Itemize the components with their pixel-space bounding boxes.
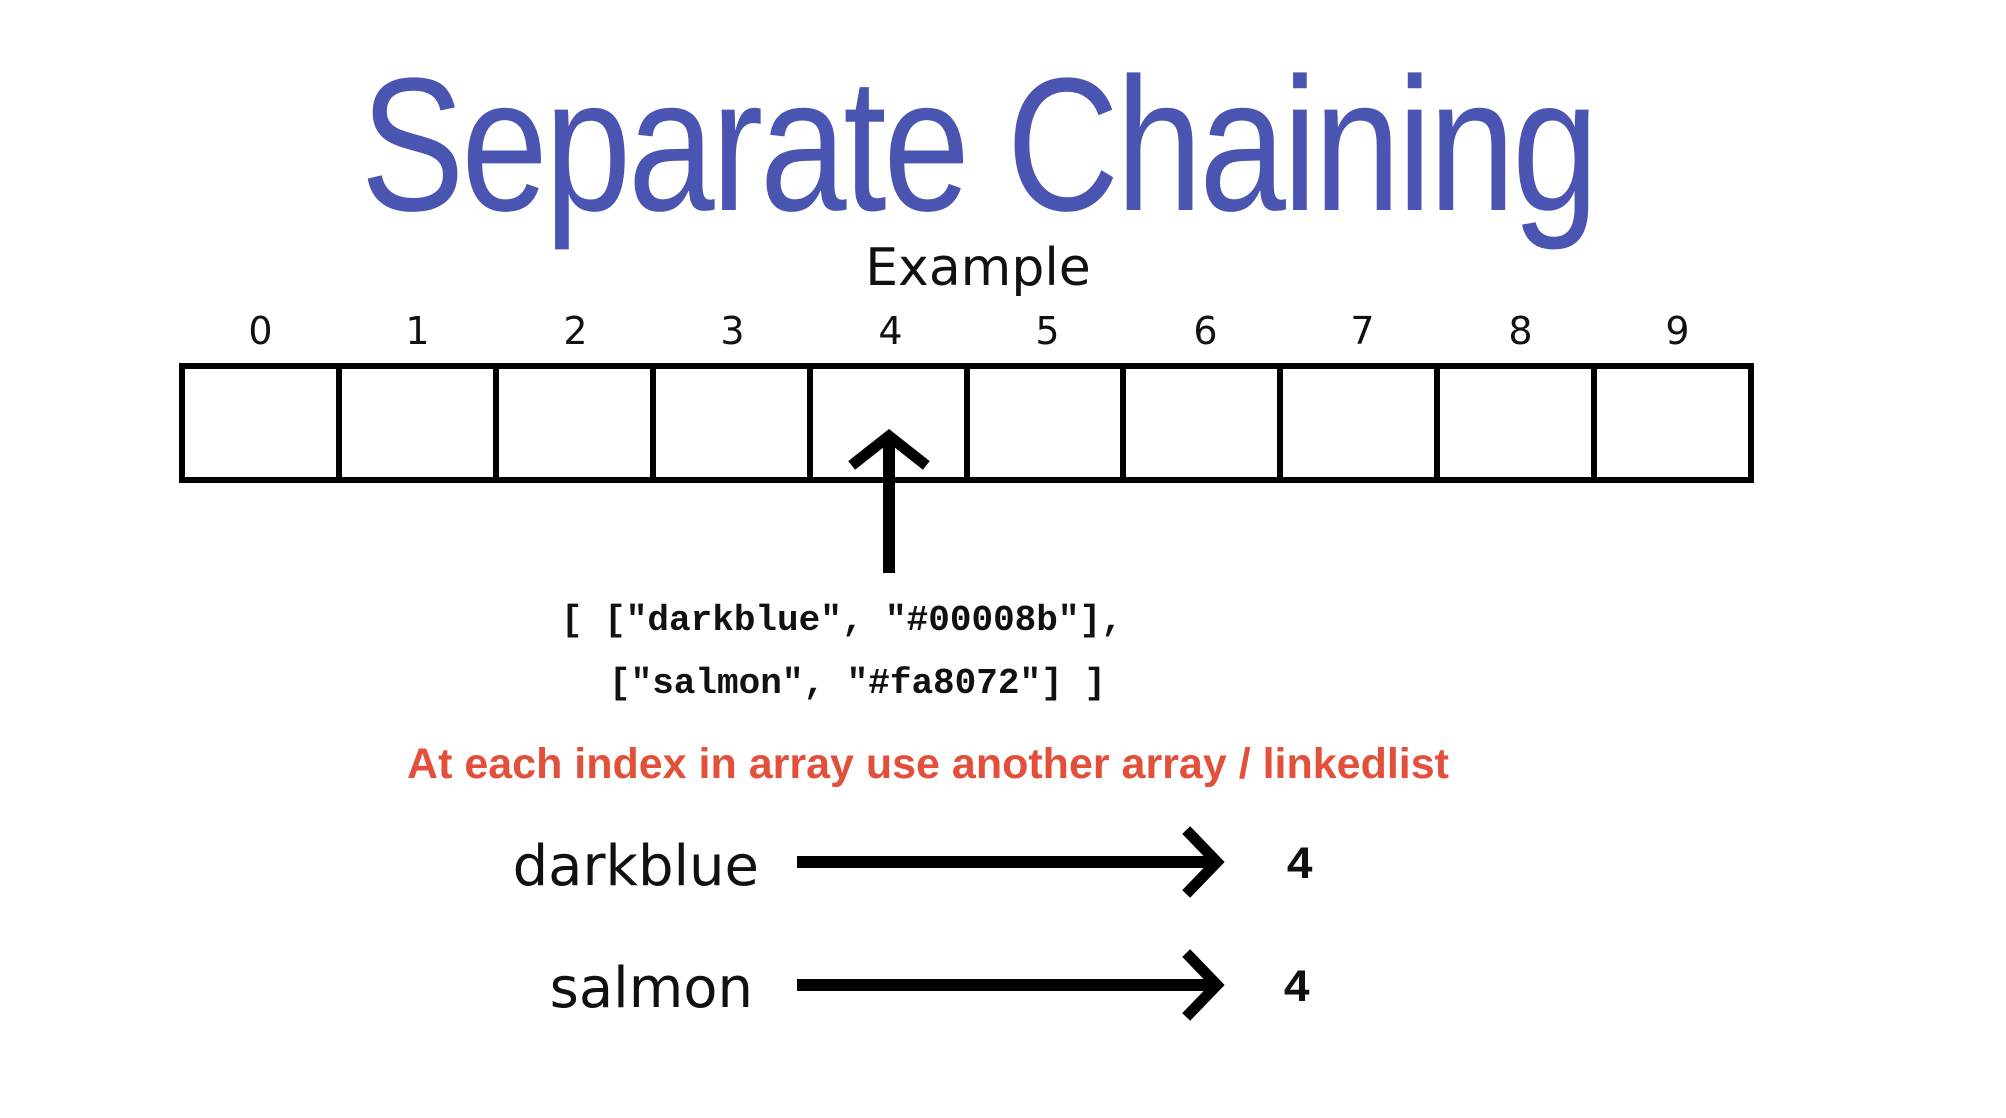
array-cell-4 xyxy=(809,363,967,483)
bucket-contents-line-1: [ ["darkblue", "#00008b"], xyxy=(561,600,1123,641)
mapping-arrow-salmon xyxy=(797,949,1225,1021)
array-cell-9 xyxy=(1594,363,1755,483)
index-label-2: 2 xyxy=(563,309,588,353)
array-cell-1 xyxy=(338,363,496,483)
bucket-contents-line-2: ["salmon", "#fa8072"] ] xyxy=(609,663,1106,704)
array-cell-6 xyxy=(1123,363,1281,483)
slide-title: Separate Chaining xyxy=(360,39,1599,251)
index-label-5: 5 xyxy=(1035,309,1060,353)
array-cell-5 xyxy=(966,363,1124,483)
explanation-note: At each index in array use another array… xyxy=(407,740,1449,788)
index-label-6: 6 xyxy=(1193,309,1218,353)
array-cell-3 xyxy=(652,363,810,483)
mapping-key-salmon: salmon xyxy=(549,956,753,1021)
array-cell-0 xyxy=(179,363,339,483)
index-label-9: 9 xyxy=(1665,309,1690,353)
array-cell-7 xyxy=(1280,363,1438,483)
slide-subtitle: Example xyxy=(865,238,1091,298)
mapping-key-darkblue: darkblue xyxy=(512,834,759,899)
mapping-value-darkblue: 4 xyxy=(1286,840,1314,892)
mapping-value-salmon: 4 xyxy=(1283,963,1311,1015)
index-label-1: 1 xyxy=(405,309,430,353)
index-label-3: 3 xyxy=(720,309,745,353)
index-label-0: 0 xyxy=(248,309,273,353)
index-label-7: 7 xyxy=(1350,309,1375,353)
array-cell-2 xyxy=(495,363,653,483)
array-cell-8 xyxy=(1437,363,1595,483)
mapping-arrow-darkblue xyxy=(797,826,1225,898)
hash-array xyxy=(179,363,1755,483)
index-label-8: 8 xyxy=(1508,309,1533,353)
index-label-4: 4 xyxy=(878,309,903,353)
